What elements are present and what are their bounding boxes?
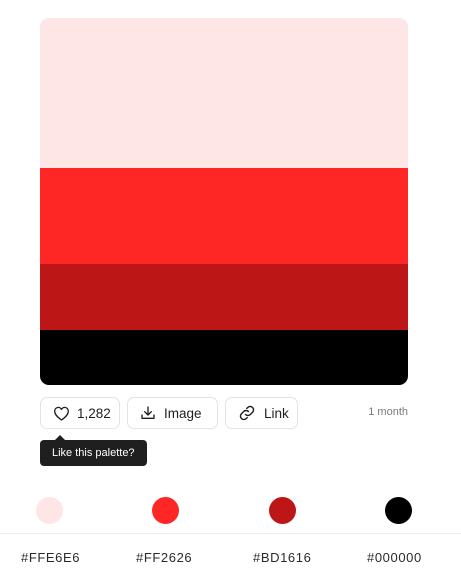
swatch-4[interactable] (40, 330, 408, 385)
palette-page: 1,282 Image Link 1 month Like this palet… (0, 0, 461, 575)
color-dot-3[interactable] (269, 497, 296, 524)
palette-preview[interactable] (40, 18, 408, 385)
like-tooltip: Like this palette? (40, 435, 147, 466)
link-icon (238, 404, 256, 422)
palette-actions: 1,282 Image Link 1 month (40, 397, 408, 431)
color-code-3[interactable]: #BD1616 (253, 550, 311, 565)
swatch-1[interactable] (40, 18, 408, 168)
like-count: 1,282 (77, 405, 111, 421)
copy-link-button[interactable]: Link (225, 397, 298, 429)
link-button-label: Link (264, 405, 289, 421)
image-button-label: Image (164, 405, 202, 421)
download-icon (140, 405, 156, 421)
swatch-3[interactable] (40, 264, 408, 330)
color-code-1[interactable]: #FFE6E6 (21, 550, 80, 565)
tooltip-text: Like this palette? (52, 447, 135, 459)
color-dot-4[interactable] (385, 497, 412, 524)
swatch-2[interactable] (40, 168, 408, 264)
download-image-button[interactable]: Image (127, 397, 218, 429)
like-button[interactable]: 1,282 (40, 397, 120, 429)
color-dot-2[interactable] (152, 497, 179, 524)
divider (0, 533, 461, 534)
posted-time: 1 month (368, 406, 408, 418)
color-code-4[interactable]: #000000 (367, 550, 422, 565)
heart-icon (53, 406, 70, 421)
color-code-2[interactable]: #FF2626 (136, 550, 192, 565)
color-dot-1[interactable] (36, 497, 63, 524)
